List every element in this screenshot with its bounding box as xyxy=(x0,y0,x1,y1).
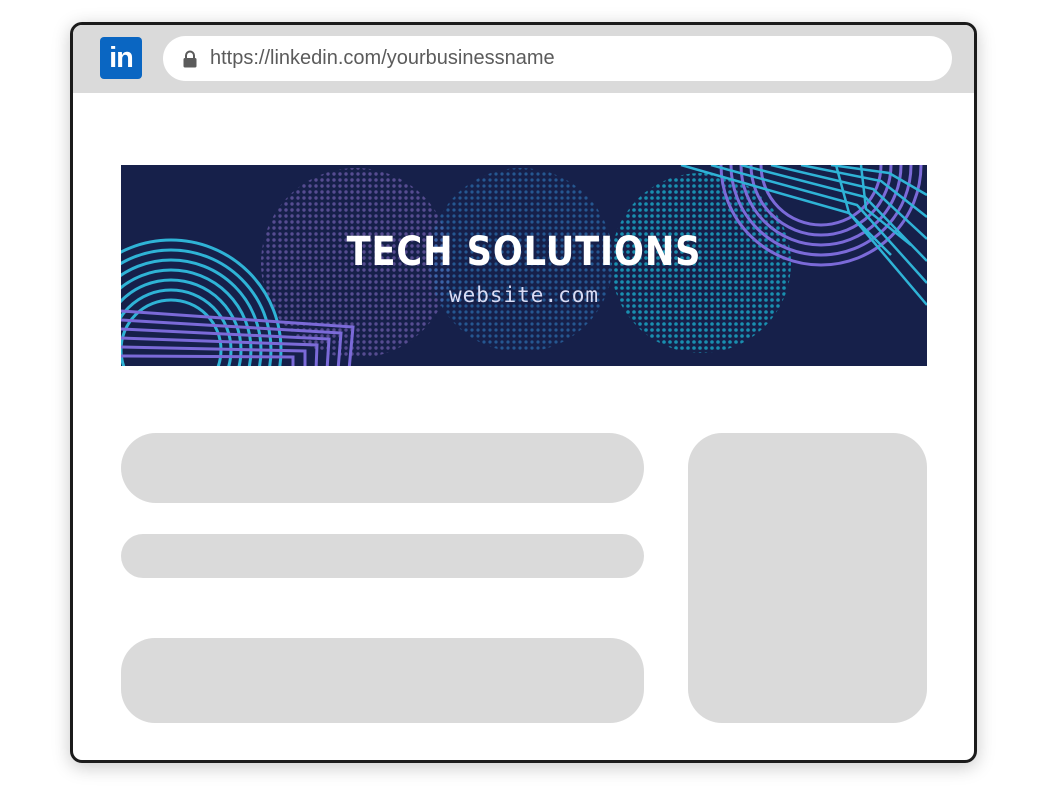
banner-subtitle: website.com xyxy=(448,283,600,307)
lock-icon xyxy=(183,50,197,67)
browser-window: in https://linkedin.com/yourbusinessname xyxy=(70,22,977,763)
content-placeholder-2 xyxy=(121,534,644,578)
content-placeholder-1 xyxy=(121,433,644,503)
address-bar[interactable]: https://linkedin.com/yourbusinessname xyxy=(163,36,952,81)
cover-banner: TECH SOLUTIONS website.com xyxy=(121,165,927,366)
url-text[interactable]: https://linkedin.com/yourbusinessname xyxy=(210,47,555,70)
linkedin-logo[interactable]: in xyxy=(100,37,142,79)
content-placeholder-3 xyxy=(121,638,644,723)
browser-toolbar: in https://linkedin.com/yourbusinessname xyxy=(73,25,974,93)
sidebar-placeholder xyxy=(688,433,927,723)
banner-title: TECH SOLUTIONS xyxy=(346,229,702,275)
